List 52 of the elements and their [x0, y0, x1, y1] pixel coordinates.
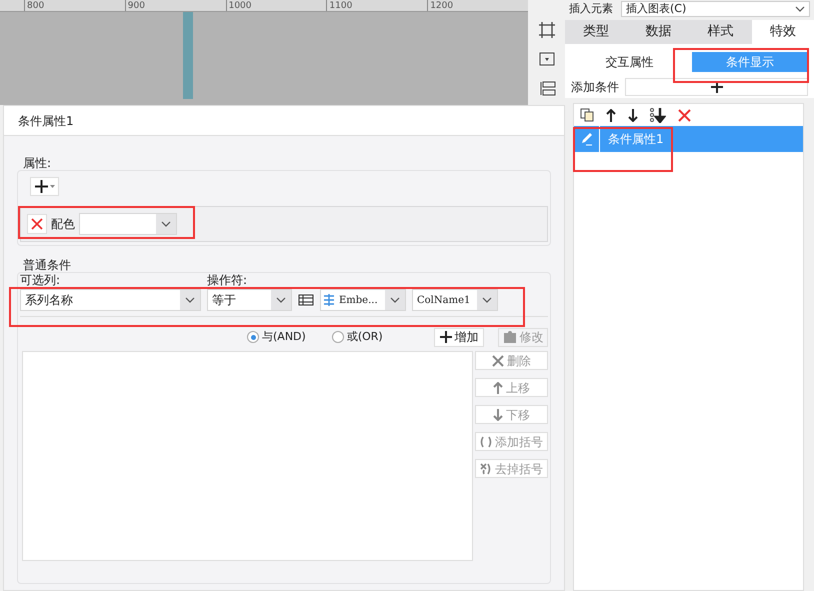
add-condition-label: 添加条件: [571, 79, 619, 96]
attribute-label: 配色: [51, 216, 75, 233]
source-select[interactable]: Embe...: [320, 289, 406, 311]
field-label: 操作符:: [207, 273, 248, 287]
dropdown-box-icon[interactable]: [538, 52, 554, 66]
list-icon[interactable]: [298, 294, 314, 306]
panel-tab[interactable]: 特效: [752, 20, 814, 44]
move-bottom-icon[interactable]: [650, 108, 666, 122]
fieldset-legend: 普通条件: [23, 256, 551, 274]
fieldset-legend: 属性:: [23, 154, 551, 172]
dialog-title: 条件属性1: [4, 106, 564, 136]
chevron-down-icon: [161, 221, 171, 227]
insert-dropdown[interactable]: 插入图表(C): [621, 1, 810, 17]
ruler-label: 1100: [326, 0, 428, 11]
chevron-down-icon: [482, 297, 492, 303]
remove-button[interactable]: [27, 214, 47, 234]
brackets-icon: [480, 436, 492, 448]
field-select[interactable]: ColName1: [412, 289, 498, 311]
copy-icon[interactable]: [580, 108, 594, 122]
arrow-down-icon: [493, 408, 503, 420]
insert-label: 插入元素: [569, 0, 613, 17]
plus-icon: [440, 331, 452, 343]
plus-icon: [34, 180, 48, 193]
arrow-up-icon[interactable]: [606, 108, 616, 122]
chevron-down-icon: [276, 297, 286, 303]
ruler-label: 1000: [226, 0, 326, 11]
add-attribute-button[interactable]: [30, 177, 59, 196]
close-icon: [31, 218, 43, 230]
add-button[interactable]: 增加: [434, 328, 484, 346]
plus-icon: [710, 81, 722, 93]
arrow-up-icon: [493, 382, 503, 394]
delete-icon[interactable]: [678, 108, 691, 122]
chevron-down-icon: [795, 6, 805, 12]
logic-radio[interactable]: 或(OR): [332, 328, 383, 346]
color-select[interactable]: [79, 213, 177, 235]
ruler-label: 900: [124, 0, 226, 11]
caret-icon: [50, 185, 54, 188]
ruler-label: 800: [24, 0, 125, 11]
chevron-down-icon: [390, 297, 400, 303]
column-select[interactable]: 系列名称: [20, 289, 201, 311]
chevron-down-icon: [185, 297, 195, 303]
table-icon: [323, 294, 335, 306]
pencil-icon: [580, 132, 594, 146]
logic-radio[interactable]: 与(AND): [247, 328, 306, 346]
add-condition-button[interactable]: [625, 78, 808, 96]
close-icon: [492, 354, 504, 366]
arrow-down-icon[interactable]: [628, 108, 638, 122]
layout-icon[interactable]: [538, 80, 556, 96]
frame-icon[interactable]: [538, 22, 554, 38]
brackets-cross-icon: [480, 462, 492, 474]
field-label: 可选列:: [20, 273, 62, 287]
operator-select[interactable]: 等于: [207, 289, 292, 311]
